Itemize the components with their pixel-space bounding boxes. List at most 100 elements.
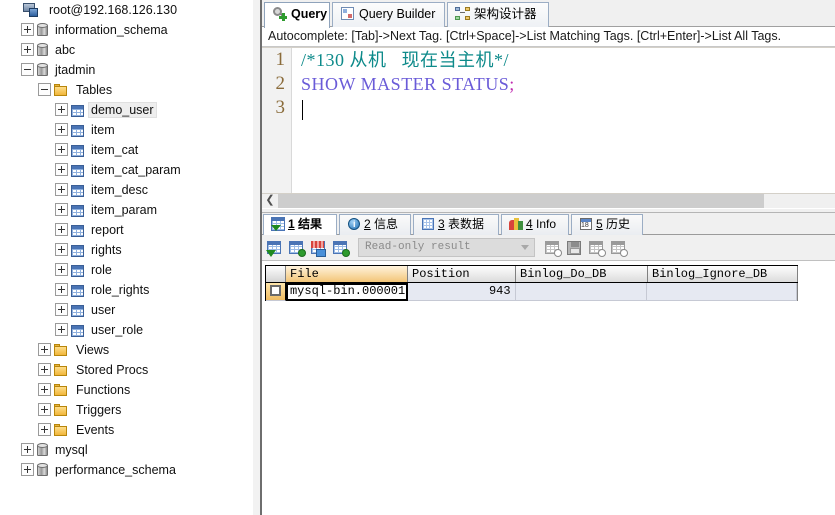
cancel-changes-button[interactable] xyxy=(610,239,628,257)
tree-node-item[interactable]: item xyxy=(0,120,252,140)
cell-binlog_do_db[interactable] xyxy=(515,283,648,301)
tree-node-abc[interactable]: abc xyxy=(0,40,252,60)
line-number: 2 xyxy=(275,73,286,94)
sql-editor[interactable]: 1 2 3 /*130 从机 现在当主机*/ SHOW MASTER STATU… xyxy=(262,47,835,193)
tree-node-stored-procs[interactable]: Stored Procs xyxy=(0,360,252,380)
tab-query-builder[interactable]: Query Builder xyxy=(332,2,445,27)
cell-binlog_ignore_db[interactable] xyxy=(647,283,798,301)
result-mode-select[interactable]: Read-only result xyxy=(358,238,535,257)
tree-node-performance-schema[interactable]: performance_schema xyxy=(0,460,252,480)
tree-expander-plus[interactable] xyxy=(21,463,34,476)
tree-node-information-schema[interactable]: information_schema xyxy=(0,20,252,40)
tree-expander-plus[interactable] xyxy=(21,443,34,456)
scroll-left-arrow[interactable]: ❮ xyxy=(262,194,278,208)
edit-record-button[interactable] xyxy=(310,239,328,257)
table-icon xyxy=(71,205,84,217)
tree-node-functions[interactable]: Functions xyxy=(0,380,252,400)
export-data-button[interactable] xyxy=(588,239,606,257)
schema-designer-icon xyxy=(455,6,470,21)
tree-expander-minus[interactable] xyxy=(38,83,51,96)
tree-node-tables[interactable]: Tables xyxy=(0,80,252,100)
tree-node-rights[interactable]: rights xyxy=(0,240,252,260)
tree-node-label: root@192.168.126.130 xyxy=(48,3,178,17)
tree-node-label: item_cat_param xyxy=(91,163,181,177)
tree-expander-plus[interactable] xyxy=(55,123,68,136)
tree-expander-plus[interactable] xyxy=(55,143,68,156)
tree-node-report[interactable]: report xyxy=(0,220,252,240)
tree-expander-plus[interactable] xyxy=(38,423,51,436)
tree-expander-plus[interactable] xyxy=(55,163,68,176)
post-record-button[interactable] xyxy=(332,239,350,257)
chart-icon xyxy=(509,217,523,231)
result-grid[interactable]: File Position Binlog_Do_DB Binlog_Ignore_DB… xyxy=(265,265,798,301)
result-grid-area[interactable]: File Position Binlog_Do_DB Binlog_Ignore_DB… xyxy=(262,261,835,500)
tree-expander-plus[interactable] xyxy=(55,183,68,196)
tree-expander-plus[interactable] xyxy=(38,383,51,396)
tree-node-item-param[interactable]: item_param xyxy=(0,200,252,220)
result-tab-3[interactable]: 3 表数据 xyxy=(413,214,499,235)
tree-expander-plus[interactable] xyxy=(55,103,68,116)
tree-node-views[interactable]: Views xyxy=(0,340,252,360)
column-header-file[interactable]: File xyxy=(286,266,408,282)
tab-schema-designer[interactable]: 架构设计器 xyxy=(447,2,549,27)
tree-expander-plus[interactable] xyxy=(55,283,68,296)
tab-query[interactable]: Query xyxy=(264,2,330,28)
tree-expander-plus[interactable] xyxy=(38,343,51,356)
result-grid-body: mysql-bin.000001 943 xyxy=(265,283,798,301)
tree-node-item-cat-param[interactable]: item_cat_param xyxy=(0,160,252,180)
column-header-binlog_ignore_db[interactable]: Binlog_Ignore_DB xyxy=(648,266,798,282)
cell-file[interactable]: mysql-bin.000001 xyxy=(285,283,408,301)
cell-position[interactable]: 943 xyxy=(407,283,516,301)
result-tab-1[interactable]: 1 结果 xyxy=(263,214,337,235)
tree-expander-plus[interactable] xyxy=(55,203,68,216)
save-data-button[interactable] xyxy=(566,239,584,257)
refresh-data-button[interactable] xyxy=(544,239,562,257)
tree-expander-plus[interactable] xyxy=(55,223,68,236)
result-tab-4[interactable]: 4 Info xyxy=(501,214,569,235)
panel-splitter[interactable] xyxy=(252,0,262,515)
table-icon xyxy=(71,165,84,177)
tree-node-jtadmin[interactable]: jtadmin xyxy=(0,60,252,80)
tree-node-demo-user[interactable]: demo_user xyxy=(0,100,252,120)
tree-node-label: user_role xyxy=(91,323,144,337)
tree-node-events[interactable]: Events xyxy=(0,420,252,440)
tree-expander-plus[interactable] xyxy=(38,363,51,376)
row-checkbox-icon[interactable] xyxy=(270,285,281,296)
result-tab-label: Info xyxy=(532,217,557,231)
result-tab-label: 表数据 xyxy=(444,217,485,231)
sql-code-area[interactable]: /*130 从机 现在当主机*/ SHOW MASTER STATUS; xyxy=(293,48,835,193)
tree-expander-plus[interactable] xyxy=(55,303,68,316)
tree-node-item-desc[interactable]: item_desc xyxy=(0,180,252,200)
table-row[interactable]: mysql-bin.000001 943 xyxy=(265,283,798,301)
tree-expander-plus[interactable] xyxy=(21,43,34,56)
insert-record-button[interactable] xyxy=(266,239,284,257)
tree-node-label: information_schema xyxy=(55,23,168,37)
result-tab-2[interactable]: i2 信息 xyxy=(339,214,411,235)
editor-horizontal-scrollbar[interactable]: ❮ xyxy=(262,193,835,208)
duplicate-record-button[interactable] xyxy=(288,239,306,257)
folder-icon xyxy=(54,344,69,357)
tree-expander-plus[interactable] xyxy=(21,23,34,36)
tree-expander-plus[interactable] xyxy=(38,403,51,416)
tree-node-item-cat[interactable]: item_cat xyxy=(0,140,252,160)
tree-node-label: demo_user xyxy=(88,102,157,118)
column-header-position[interactable]: Position xyxy=(408,266,516,282)
tree-node-role-rights[interactable]: role_rights xyxy=(0,280,252,300)
row-selector[interactable] xyxy=(266,283,286,301)
tree-node-label: mysql xyxy=(55,443,88,457)
tree-expander-plus[interactable] xyxy=(55,243,68,256)
tree-node-root[interactable]: root@192.168.126.130 xyxy=(0,0,252,20)
tree-expander-plus[interactable] xyxy=(55,263,68,276)
tree-node-mysql[interactable]: mysql xyxy=(0,440,252,460)
tree-node-user[interactable]: user xyxy=(0,300,252,320)
tree-node-label: Triggers xyxy=(76,403,122,417)
tree-expander-plus[interactable] xyxy=(55,323,68,336)
tree-node-user-role[interactable]: user_role xyxy=(0,320,252,340)
column-header-binlog_do_db[interactable]: Binlog_Do_DB xyxy=(516,266,648,282)
object-browser-tree[interactable]: root@192.168.126.130 information_schemaa… xyxy=(0,0,252,515)
tree-expander-minus[interactable] xyxy=(21,63,34,76)
result-tab-5[interactable]: 18 5 历史 xyxy=(571,214,643,235)
scrollbar-thumb[interactable] xyxy=(278,194,764,208)
tree-node-triggers[interactable]: Triggers xyxy=(0,400,252,420)
tree-node-role[interactable]: role xyxy=(0,260,252,280)
